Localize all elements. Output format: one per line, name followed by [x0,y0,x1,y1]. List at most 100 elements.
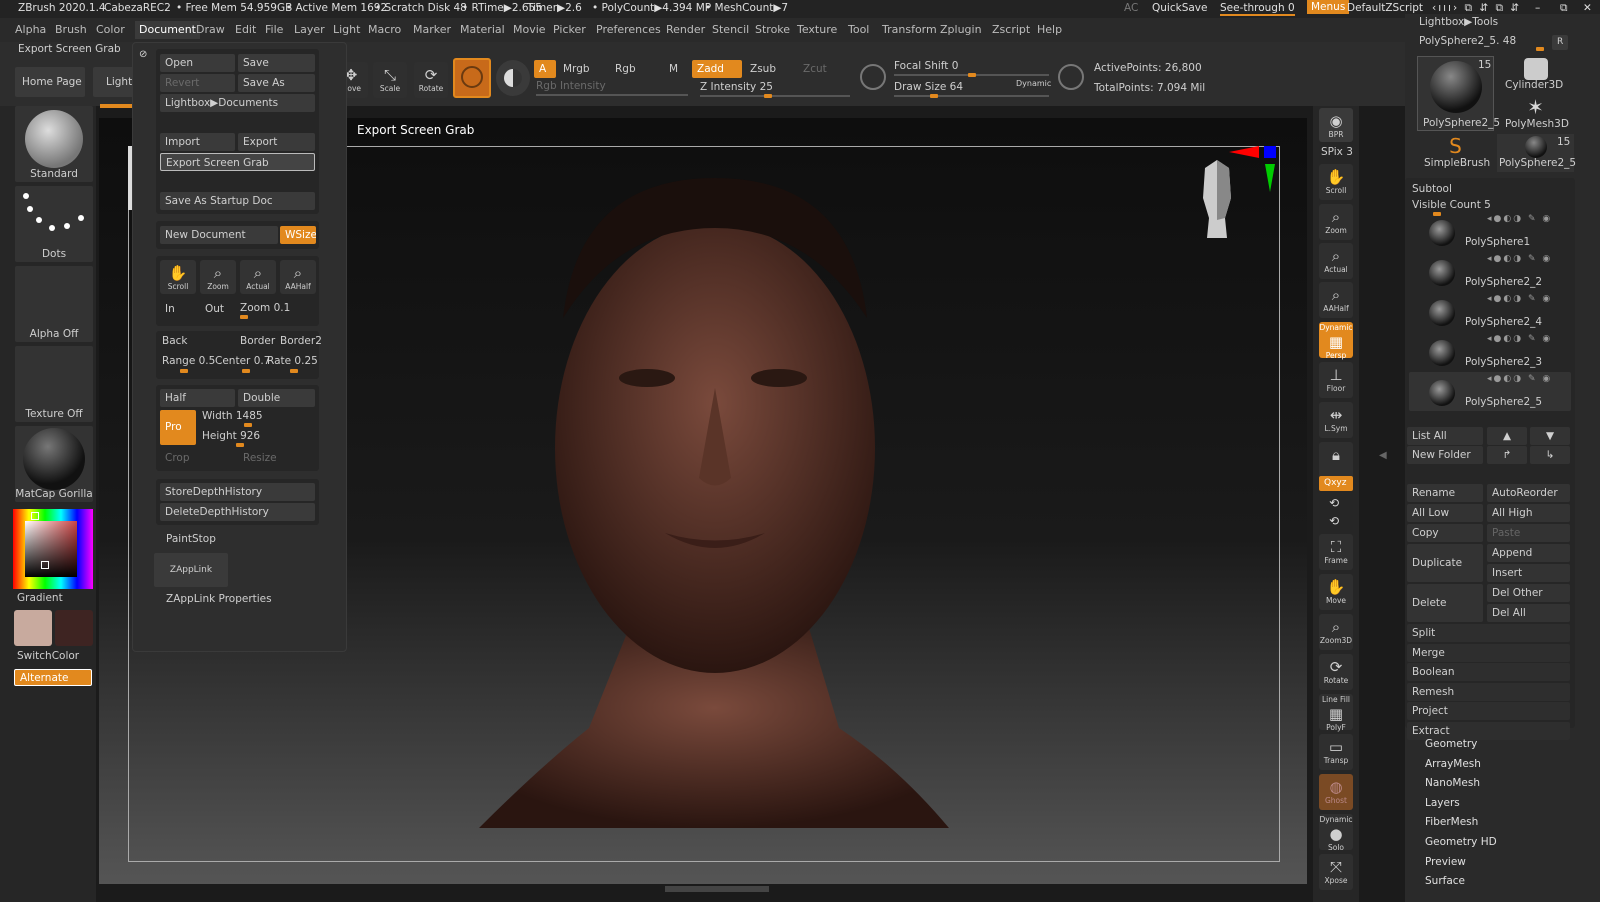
menu-edit[interactable]: Edit [235,23,256,36]
z-intensity-knob[interactable] [764,94,772,98]
tool-slot-polymesh[interactable]: ✶ PolyMesh3D [1497,95,1574,132]
texture-thumbnail[interactable]: Texture Off [15,346,93,422]
rgb-button[interactable]: Rgb [610,60,652,78]
r-button[interactable]: R [1552,35,1568,50]
tool-slot-polysphere[interactable]: PolySphere2_5 15 [1417,56,1500,131]
section-surface[interactable]: Surface [1425,875,1465,887]
a-button[interactable]: A [534,60,556,78]
rb-aahalf-button[interactable]: ⌕ AAHalf [1319,282,1353,318]
revert-button[interactable]: Revert [160,74,235,92]
crop-button[interactable]: Crop [160,449,235,467]
color-square[interactable] [25,521,77,577]
section-arraymesh[interactable]: ArrayMesh [1425,758,1481,770]
rb-scroll-button[interactable]: ✋ Scroll [1319,164,1353,200]
section-fibermesh[interactable]: FiberMesh [1425,816,1478,828]
new-document-button[interactable]: New Document [160,226,278,244]
axis-gizmo[interactable] [1229,144,1279,194]
list-all-button[interactable]: List All [1407,427,1483,445]
tool-slot-simplebrush[interactable]: S SimpleBrush [1417,134,1494,172]
border-button[interactable]: Border [240,335,275,347]
seethrough-slider[interactable]: See-through 0 [1220,2,1295,16]
menu-movie[interactable]: Movie [513,23,546,36]
rb-rotate-button[interactable]: ⟳ Rotate [1319,654,1353,690]
draw-mode-button[interactable] [453,58,491,98]
current-tool-knob[interactable] [1536,47,1544,51]
current-tool-label[interactable]: PolySphere2_5. 48 [1419,35,1516,47]
hue-marker[interactable] [31,512,39,520]
menu-color[interactable]: Color [96,23,125,36]
floor-button[interactable]: ⊥ Floor [1319,362,1353,398]
quicksave-button[interactable]: QuickSave [1152,2,1207,14]
rb-actual-button[interactable]: ⌕ Actual [1319,243,1353,279]
delete-button[interactable]: Delete [1407,584,1483,622]
switchcolor-button[interactable]: SwitchColor [17,650,79,662]
menu-zplugin[interactable]: Zplugin [940,23,982,36]
copy-button[interactable]: Copy [1407,524,1483,542]
stroke-thumbnail[interactable]: Dots [15,186,93,262]
rotate-y-icon[interactable]: ⟲ [1329,496,1339,510]
scroll-button[interactable]: ✋ Scroll [160,260,196,294]
pro-button[interactable]: Pro [160,410,196,445]
lock-button[interactable]: 🔒︎ [1319,442,1353,478]
alternate-button[interactable]: Alternate [14,669,92,686]
rotate-z-icon[interactable]: ⟲ [1329,514,1339,528]
folder-down-icon[interactable]: ↳ [1530,446,1570,464]
mrgb-button[interactable]: Mrgb [558,60,600,78]
half-button[interactable]: Half [160,389,235,407]
subtool-action-project[interactable]: Project [1407,702,1570,721]
menu-brush[interactable]: Brush [55,23,87,36]
menu-stroke[interactable]: Stroke [755,23,790,36]
subtool-action-split[interactable]: Split [1407,624,1570,642]
draw-size-slider[interactable] [894,95,1049,97]
menu-layer[interactable]: Layer [294,23,325,36]
section-nanomesh[interactable]: NanoMesh [1425,777,1480,789]
new-folder-button[interactable]: New Folder [1407,446,1483,464]
subtool-action-remesh[interactable]: Remesh [1407,682,1570,701]
move-down-icon[interactable]: ▼ [1530,427,1570,445]
all-high-button[interactable]: All High [1487,504,1570,522]
home-page-button[interactable]: Home Page [15,67,85,97]
lsym-button[interactable]: ⇹ L.Sym [1319,402,1353,438]
minimize-icon[interactable]: – [1535,2,1540,14]
wsize-button[interactable]: WSize [280,226,316,244]
zapplink-properties-label[interactable]: ZAppLink Properties [166,593,272,605]
default-zscript-button[interactable]: DefaultZScript [1347,2,1423,14]
autoreorder-button[interactable]: AutoReorder [1487,484,1570,502]
menus-button[interactable]: Menus [1307,0,1350,14]
border2-button[interactable]: Border2 [280,335,322,347]
secondary-color-swatch[interactable] [55,610,93,646]
spix-slider[interactable]: SPix 3 [1321,146,1353,158]
actual-button[interactable]: ⌕ Actual [240,260,276,294]
dynamic-toggle[interactable]: Dynamic [1016,79,1051,88]
menu-material[interactable]: Material [460,23,505,36]
subtool-row[interactable]: ◂●◐◑ ✎ ◉ PolySphere1 [1409,212,1571,251]
subtool-row[interactable]: ◂●◐◑ ✎ ◉ PolySphere2_2 [1409,252,1571,291]
color-picker[interactable] [13,509,93,589]
insert-button[interactable]: Insert [1487,564,1570,582]
menu-texture[interactable]: Texture [797,23,837,36]
rename-button[interactable]: Rename [1407,484,1483,502]
section-layers[interactable]: Layers [1425,797,1460,809]
rotate-tool-button[interactable]: ⟳ Rotate [414,62,448,98]
polyf-button[interactable]: Line Fill ▦ PolyF [1319,694,1353,732]
subtool-toggle-icons[interactable]: ◂●◐◑ ✎ ◉ [1487,294,1552,304]
subtool-toggle-icons[interactable]: ◂●◐◑ ✎ ◉ [1487,254,1552,264]
xyz-button[interactable]: Qxyz [1319,476,1353,491]
gradient-label[interactable]: Gradient [17,592,63,604]
rb-zoom-button[interactable]: ⌕ Zoom [1319,204,1353,240]
zoom-in-button[interactable]: In [160,300,196,318]
zadd-button[interactable]: Zadd [692,60,742,78]
persp-button[interactable]: Dynamic ▦ Persp [1319,322,1353,360]
rgb-intensity-slider[interactable] [536,94,688,96]
aahalf-button[interactable]: ⌕ AAHalf [280,260,316,294]
open-button[interactable]: Open [160,54,235,72]
zoom-slider-knob[interactable] [240,315,248,319]
main-color-swatch[interactable] [14,610,52,646]
focal-shift-knob[interactable] [968,73,976,77]
del-all-button[interactable]: Del All [1487,604,1570,622]
subtool-toggle-icons[interactable]: ◂●◐◑ ✎ ◉ [1487,334,1552,344]
pin-icon[interactable]: ⊘ [139,49,147,60]
range-slider[interactable]: Range 0.5 [162,355,215,367]
rate-knob[interactable] [290,369,298,373]
center-knob[interactable] [242,369,250,373]
